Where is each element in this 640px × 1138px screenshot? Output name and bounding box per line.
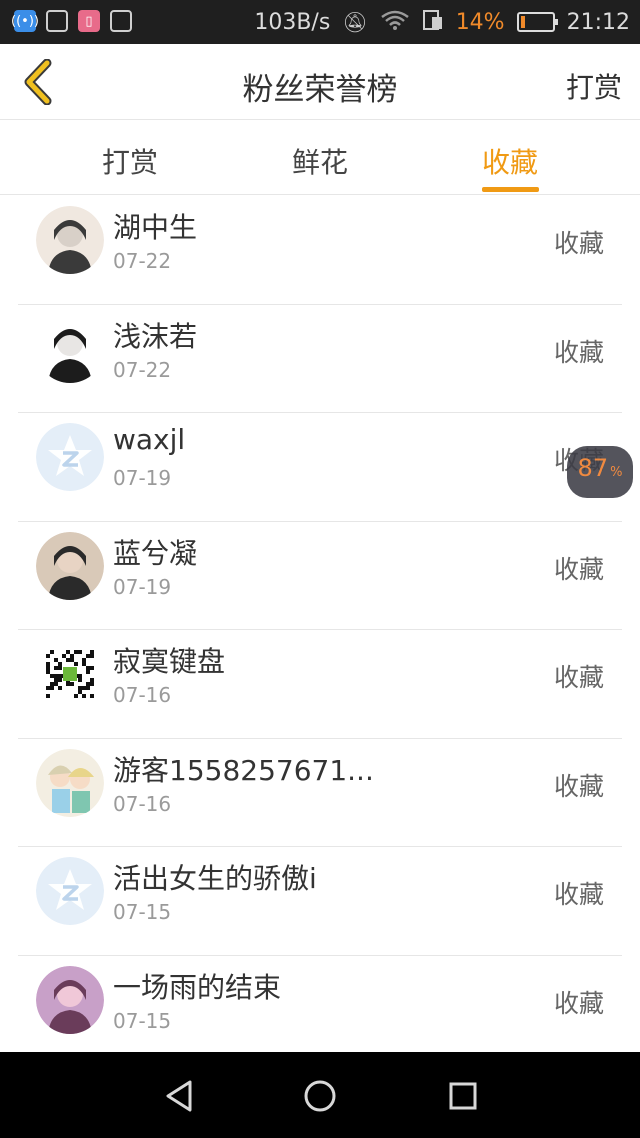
- avatar[interactable]: [36, 965, 104, 1034]
- tab-flowers[interactable]: 鲜花: [260, 141, 380, 181]
- user-name: 一场雨的结束: [113, 970, 282, 1004]
- list-item[interactable]: 浅沫若 07-22 收藏: [18, 305, 622, 413]
- list-item[interactable]: 蓝兮凝 07-19 收藏: [18, 522, 622, 630]
- item-action-label: 收藏: [553, 988, 604, 1018]
- floating-percent-badge[interactable]: 87 %: [567, 446, 633, 498]
- item-date: 07-22: [113, 249, 172, 273]
- item-date: 07-15: [113, 1008, 172, 1033]
- list-item[interactable]: waxjl07-19收藏: [18, 413, 622, 522]
- mail-icon: [46, 10, 68, 32]
- item-date: 07-19: [113, 574, 172, 599]
- list-item[interactable]: 寂寞键盘 07-16 收藏: [18, 630, 622, 739]
- avatar[interactable]: [36, 314, 104, 383]
- badge-value: 87: [577, 454, 609, 482]
- user-name: 蓝兮凝: [113, 536, 198, 570]
- sim-icon: [422, 9, 444, 36]
- list-item[interactable]: 活出女生的骄傲i 07-15 收藏: [18, 847, 622, 956]
- avatar[interactable]: [36, 857, 104, 925]
- back-triangle-icon: [166, 1080, 192, 1112]
- list-item[interactable]: 一场雨的结束 07-15 收藏: [18, 956, 622, 1064]
- notification-icon: ▯: [78, 10, 100, 32]
- active-tab-indicator: [482, 187, 539, 192]
- user-name: waxjl: [113, 423, 186, 456]
- list-item[interactable]: 游客1558257671... 07-16 收藏: [18, 739, 622, 847]
- item-action-label: 收藏: [553, 337, 604, 367]
- item-date: 07-15: [113, 900, 172, 924]
- tab-reward[interactable]: 打赏: [70, 141, 190, 181]
- nav-back-button[interactable]: [157, 1074, 201, 1118]
- item-action-label: 收藏: [553, 554, 604, 584]
- item-date: 07-22: [113, 357, 172, 382]
- tab-favorites[interactable]: 收藏: [450, 141, 570, 181]
- clock: 21:12: [566, 9, 630, 35]
- wifi-app-icon: ((•)): [11, 10, 39, 32]
- avatar[interactable]: [36, 640, 104, 708]
- user-name: 湖中生: [113, 211, 198, 244]
- battery-percent: 14%: [455, 9, 505, 35]
- tab-bar: 打赏 鲜花 收藏: [0, 121, 640, 195]
- notification-icons: ((•)) ▯: [11, 10, 132, 32]
- item-date: 07-16: [113, 791, 172, 816]
- avatar[interactable]: [36, 423, 104, 491]
- item-date: 07-19: [113, 466, 172, 490]
- user-name: 游客1558257671...: [113, 753, 374, 787]
- reward-button[interactable]: 打赏: [566, 66, 622, 106]
- item-action-label: 收藏: [553, 880, 604, 909]
- avatar[interactable]: [36, 531, 104, 600]
- item-date: 07-16: [113, 683, 172, 707]
- user-name: 活出女生的骄傲i: [113, 862, 317, 895]
- fan-list: 湖中生07-22收藏浅沫若07-22收藏waxjl07-19收藏蓝兮凝07-19…: [18, 196, 622, 1064]
- item-action-label: 收藏: [553, 771, 604, 801]
- wifi-icon: [380, 9, 410, 36]
- net-speed: 103B/s: [254, 9, 331, 35]
- user-name: 寂寞键盘: [113, 645, 226, 678]
- user-name: 浅沫若: [113, 319, 198, 353]
- badge-unit: %: [610, 465, 623, 480]
- avatar[interactable]: [36, 206, 104, 274]
- item-action-label: 收藏: [553, 663, 604, 692]
- system-nav-bar: [0, 1052, 640, 1138]
- app-header: 粉丝荣誉榜 打赏: [0, 44, 640, 120]
- recents-square-icon: [449, 1082, 477, 1110]
- nav-recents-button[interactable]: [441, 1074, 485, 1118]
- list-item[interactable]: 湖中生 07-22 收藏: [18, 196, 622, 305]
- status-bar: ((•)) ▯ 103B/s 🔕︎ 14% 21:12: [0, 0, 640, 44]
- item-action-label: 收藏: [553, 229, 604, 258]
- page-title: 粉丝荣誉榜: [242, 72, 398, 108]
- home-circle-icon: [304, 1080, 336, 1112]
- mute-icon: 🔕︎: [342, 10, 368, 34]
- image-icon: [110, 10, 132, 32]
- avatar[interactable]: [36, 748, 104, 817]
- nav-home-button[interactable]: [298, 1074, 342, 1118]
- battery-icon: [516, 12, 558, 32]
